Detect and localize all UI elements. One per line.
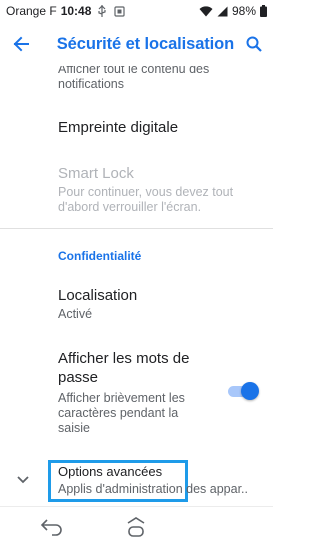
wifi-icon (199, 5, 213, 16)
signal-icon (217, 6, 228, 16)
advanced-options-title: Options avancées (58, 464, 163, 479)
show-passwords-switch[interactable] (225, 381, 259, 401)
status-right: 98% (199, 4, 267, 18)
arrow-back-icon (13, 36, 30, 52)
advanced-options-item[interactable]: Options avancées Applis d'administration… (0, 458, 273, 506)
nav-back-icon[interactable] (40, 517, 64, 537)
settings-list: Afficher tout le contenu des notificatio… (0, 66, 273, 506)
search-icon (246, 36, 262, 52)
notification-icons (97, 5, 126, 17)
lockscreen-notifications-item[interactable]: Afficher tout le contenu des notificatio… (58, 66, 259, 92)
fingerprint-label: Empreinte digitale (58, 119, 179, 136)
smart-lock-summary: Pour continuer, vous devez tout d'abord … (58, 185, 234, 214)
location-summary: Activé (58, 307, 93, 321)
show-passwords-summary: Afficher brièvement les caractères penda… (58, 391, 185, 435)
lockscreen-summary: Afficher tout le contenu des notificatio… (58, 66, 210, 91)
nav-home-icon[interactable] (124, 515, 148, 539)
smart-lock-item[interactable]: Smart Lock Pour continuer, vous devez to… (58, 164, 259, 215)
status-time: 10:48 (60, 4, 92, 18)
status-bar: Orange F 10:48 98% (0, 0, 273, 22)
chevron-down-icon (17, 476, 29, 484)
app-toolbar: Sécurité et localisation (0, 22, 273, 66)
status-left: Orange F 10:48 (6, 4, 91, 18)
smart-lock-label: Smart Lock (58, 165, 134, 182)
location-item[interactable]: Localisation Activé (58, 286, 259, 322)
navigation-bar (0, 506, 273, 546)
show-passwords-label: Afficher les mots de passe (58, 350, 190, 386)
advanced-options-summary: Applis d'administration des appar.. (58, 482, 248, 496)
privacy-category-title: Confidentialité (58, 249, 142, 263)
back-button[interactable] (0, 22, 43, 66)
show-passwords-item[interactable]: Afficher les mots de passe Afficher briè… (58, 349, 205, 436)
settings-notification-icon (114, 5, 126, 17)
battery-percent: 98% (231, 4, 256, 18)
carrier-name: Orange F (6, 4, 57, 18)
section-divider (0, 228, 273, 229)
switch-thumb (241, 382, 259, 400)
usb-icon (98, 5, 107, 17)
location-label: Localisation (58, 287, 138, 304)
settings-screen: Orange F 10:48 98% Sécurité et localisat… (0, 0, 273, 546)
page-title: Sécurité et localisation (56, 34, 235, 53)
privacy-category-header: Confidentialité (58, 249, 259, 263)
battery-icon (260, 5, 267, 17)
fingerprint-item[interactable]: Empreinte digitale (58, 118, 259, 137)
search-button[interactable] (234, 22, 273, 66)
